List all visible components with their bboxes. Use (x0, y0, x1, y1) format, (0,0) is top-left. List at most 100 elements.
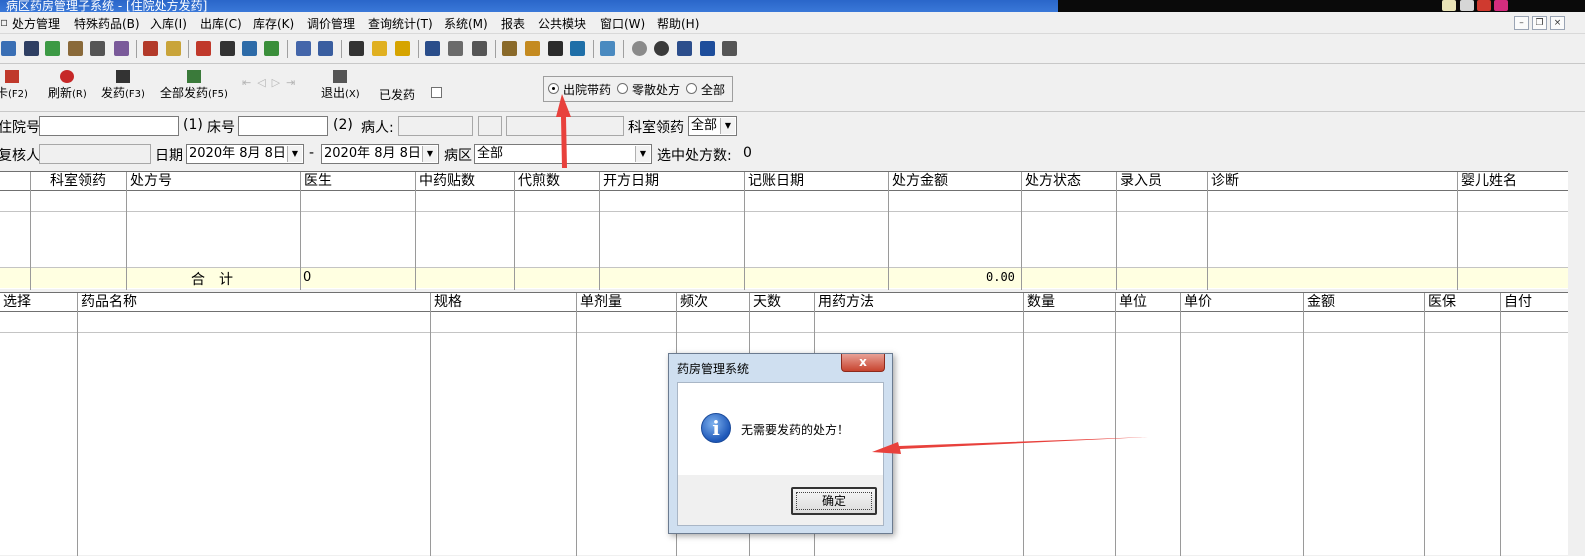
dialog-ok-button[interactable]: 确定 (791, 487, 877, 515)
rx-col-dept-collect[interactable]: 科室领药 (47, 172, 106, 190)
radio-loose-prescriptions[interactable] (617, 83, 628, 94)
chevron-down-icon[interactable]: ▼ (635, 146, 650, 162)
toolbar-tool-24-icon[interactable] (570, 41, 585, 56)
mdi-close-button[interactable]: × (1550, 16, 1565, 30)
menu-system[interactable]: 系统(M) (444, 15, 488, 32)
chevron-down-icon[interactable]: ▼ (287, 146, 302, 162)
menu-query-stats[interactable]: 查询统计(T) (368, 15, 433, 32)
radio-discharge-meds[interactable] (548, 83, 559, 94)
toolbar-tool-3-icon[interactable] (45, 41, 60, 56)
toolbar-tool-1-icon[interactable] (1, 41, 16, 56)
rx-col-status[interactable]: 处方状态 (1022, 172, 1081, 190)
dispense-all-button[interactable]: 全部发药(F5) (160, 70, 228, 101)
toolbar-thermometer-icon[interactable] (525, 41, 540, 56)
card-label: 卡 (0, 86, 9, 100)
mdi-minimize-button[interactable]: – (1514, 16, 1529, 30)
menu-reports[interactable]: 报表 (501, 15, 525, 32)
col-divider (430, 293, 431, 556)
drug-col-amount[interactable]: 金额 (1304, 293, 1335, 311)
card-button[interactable]: 卡(F2) (0, 70, 28, 101)
drug-col-unit-price[interactable]: 单价 (1181, 293, 1212, 311)
bed-no-input[interactable] (238, 116, 328, 136)
menu-special-drugs[interactable]: 特殊药品(B) (74, 15, 140, 32)
toolbar-tool-6-icon[interactable] (114, 41, 129, 56)
rx-col-rx-no[interactable]: 处方号 (127, 172, 172, 190)
toolbar-tool-2-icon[interactable] (24, 41, 39, 56)
toolbar-tool-4-icon[interactable] (68, 41, 83, 56)
dept-collect-select[interactable]: 全部 ▼ (688, 116, 737, 136)
drug-col-spec[interactable]: 规格 (431, 293, 462, 311)
rx-col-diagnosis[interactable]: 诊断 (1208, 172, 1239, 190)
toolbar-tool-28-icon[interactable] (677, 41, 692, 56)
inpatient-no-input[interactable] (39, 116, 179, 136)
toolbar-tool-12-icon[interactable] (264, 41, 279, 56)
chevron-down-icon[interactable]: ▼ (422, 146, 437, 162)
dispensed-label: 已发药 (379, 88, 416, 102)
rx-col-entered-by[interactable]: 录入员 (1117, 172, 1162, 190)
drug-col-select[interactable]: 选择 (0, 293, 31, 311)
toolbar-bell-icon[interactable] (372, 41, 387, 56)
ward-select[interactable]: 全部 ▼ (474, 144, 652, 164)
menu-window[interactable]: 窗口(W) (600, 15, 645, 32)
toolbar-tool-25-icon[interactable] (600, 41, 615, 56)
toolbar-tool-8-icon[interactable] (166, 41, 181, 56)
toolbar-zoom-icon[interactable] (548, 41, 563, 56)
toolbar-tool-21-icon[interactable] (502, 41, 517, 56)
rx-col-amount[interactable]: 处方金额 (889, 172, 948, 190)
menu-stock-out[interactable]: 出库(C) (200, 15, 242, 32)
drug-col-usage[interactable]: 用药方法 (815, 293, 874, 311)
toolbar-tool-17-icon[interactable] (395, 41, 410, 56)
dispensed-checkbox[interactable] (431, 87, 442, 98)
radio-all[interactable] (686, 83, 697, 94)
toolbar-binoculars-icon[interactable] (90, 41, 105, 56)
date-to-picker[interactable]: 2020年 8月 8日 ▼ (321, 144, 439, 164)
toolbar-tool-9-icon[interactable] (196, 41, 211, 56)
drug-col-insurance[interactable]: 医保 (1425, 293, 1456, 311)
menu-help[interactable]: 帮助(H) (657, 15, 699, 32)
toolbar-tool-7-icon[interactable] (143, 41, 158, 56)
date-from-picker[interactable]: 2020年 8月 8日 ▼ (186, 144, 304, 164)
toolbar-tool-18-icon[interactable] (425, 41, 440, 56)
exit-hotkey: (X) (345, 89, 360, 100)
refresh-button[interactable]: 刷新(R) (48, 70, 87, 101)
rx-col-billing-date[interactable]: 记账日期 (745, 172, 804, 190)
minimize-button[interactable] (1460, 0, 1474, 11)
menu-public-modules[interactable]: 公共模块 (538, 15, 586, 32)
toolbar-tool-11-icon[interactable] (242, 41, 257, 56)
toolbar-tool-30-icon[interactable] (722, 41, 737, 56)
chevron-down-icon[interactable]: ▼ (720, 118, 735, 134)
dialog-close-button[interactable]: x (841, 354, 885, 372)
toolbar-tool-19-icon[interactable] (448, 41, 463, 56)
menu-system-icon[interactable]: ▫ (0, 15, 8, 29)
exit-button[interactable]: 退出(X) (321, 70, 360, 101)
toolbar-tool-14-icon[interactable] (318, 41, 333, 56)
drug-col-quantity[interactable]: 数量 (1024, 293, 1055, 311)
menu-prescription[interactable]: 处方管理 (12, 15, 60, 32)
dispense-button[interactable]: 发药(F3) (101, 70, 145, 101)
rx-col-decoction[interactable]: 代煎数 (515, 172, 560, 190)
drug-col-self-pay[interactable]: 自付 (1501, 293, 1532, 311)
mdi-restore-button[interactable]: ❐ (1532, 16, 1547, 30)
toolbar-tool-26-icon[interactable] (632, 41, 647, 56)
toolbar-grid-icon[interactable] (349, 41, 364, 56)
restore-button[interactable] (1477, 0, 1491, 11)
close-app-button[interactable] (1494, 0, 1508, 11)
drug-col-unit[interactable]: 单位 (1116, 293, 1147, 311)
menu-stock-in[interactable]: 入库(I) (150, 15, 187, 32)
drug-col-single-dose[interactable]: 单剂量 (577, 293, 622, 311)
toolbar-tool-20-icon[interactable] (472, 41, 487, 56)
toolbar-check-icon[interactable] (220, 41, 235, 56)
toolbar-tool-13-icon[interactable] (296, 41, 311, 56)
drug-col-name[interactable]: 药品名称 (78, 293, 137, 311)
rx-col-rx-date[interactable]: 开方日期 (600, 172, 659, 190)
toolbar-search-icon[interactable] (654, 41, 669, 56)
menu-inventory[interactable]: 库存(K) (253, 15, 294, 32)
rx-col-doctor[interactable]: 医生 (301, 172, 332, 190)
menu-price-adjust[interactable]: 调价管理 (307, 15, 355, 32)
drug-col-days[interactable]: 天数 (750, 293, 781, 311)
drug-col-frequency[interactable]: 频次 (677, 293, 708, 311)
mail-icon[interactable] (1442, 0, 1456, 11)
rx-col-herbal-doses[interactable]: 中药贴数 (416, 172, 475, 190)
rx-col-infant-name[interactable]: 婴儿姓名 (1458, 172, 1517, 190)
toolbar-tool-29-icon[interactable] (700, 41, 715, 56)
